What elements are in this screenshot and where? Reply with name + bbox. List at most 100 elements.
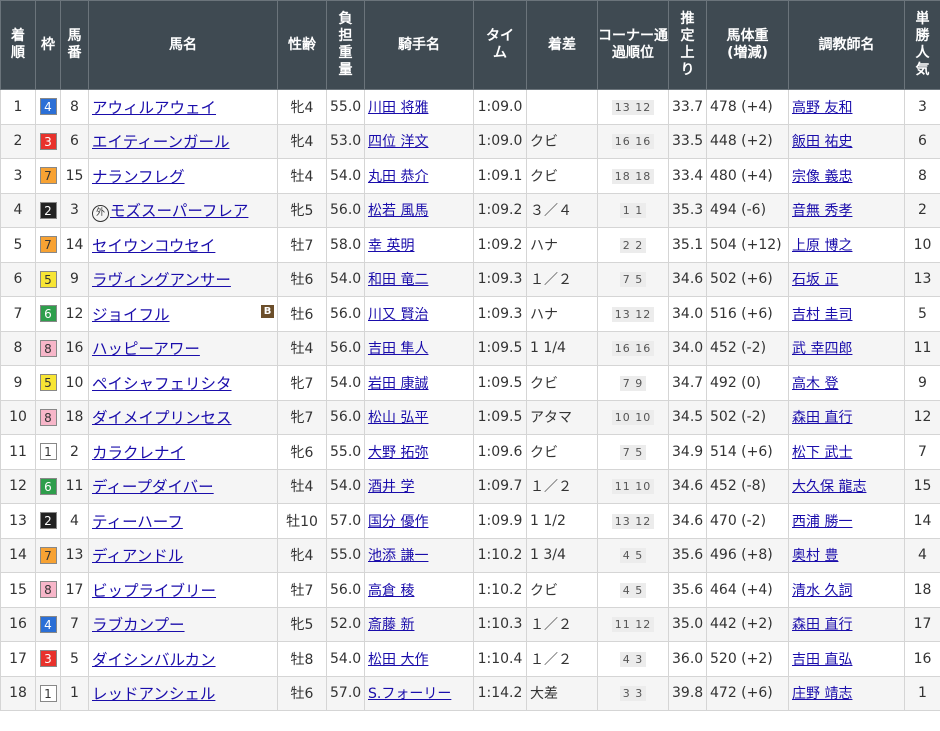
- corner-positions: 13 12: [611, 306, 655, 322]
- jockey-link[interactable]: 松若 風馬: [368, 203, 428, 219]
- horse-name-link[interactable]: ダイシンバルカン: [92, 651, 216, 669]
- corner-cell: 7 5: [597, 261, 669, 297]
- jockey-cell: 斎藤 新: [364, 606, 474, 642]
- body-weight-cell: 448 (+2): [706, 123, 789, 159]
- popularity-cell: 17: [904, 606, 940, 642]
- trainer-link[interactable]: 松下 武士: [792, 445, 852, 461]
- margin-cell: １／２: [526, 606, 598, 642]
- horse-name-link[interactable]: エイティーンガール: [92, 133, 230, 151]
- horse-name-link[interactable]: ペイシャフェリシタ: [92, 375, 232, 393]
- popularity-cell: 13: [904, 261, 940, 297]
- waku-cell: 7: [35, 158, 61, 194]
- jockey-link[interactable]: 吉田 隼人: [368, 341, 428, 357]
- corner-positions: 4 5: [619, 582, 647, 598]
- trainer-link[interactable]: 飯田 祐史: [792, 134, 852, 150]
- trainer-link[interactable]: 庄野 靖志: [792, 686, 852, 702]
- trainer-link[interactable]: 高野 友和: [792, 100, 852, 116]
- horse-name-link[interactable]: ティーハーフ: [92, 513, 183, 531]
- trainer-link[interactable]: 音無 秀孝: [792, 203, 852, 219]
- corner-positions: 4 3: [619, 651, 647, 667]
- rank-cell: 2: [0, 123, 36, 159]
- jockey-link[interactable]: 川又 賢治: [368, 307, 428, 323]
- agari-cell: 34.6: [668, 503, 707, 539]
- horse-name-link[interactable]: アウィルアウェイ: [92, 99, 216, 117]
- jockey-cell: 大野 拓弥: [364, 434, 474, 470]
- trainer-link[interactable]: 武 幸四郎: [792, 341, 852, 357]
- jockey-link[interactable]: 川田 将雅: [368, 100, 428, 116]
- trainer-link[interactable]: 清水 久詞: [792, 583, 852, 599]
- rank-cell: 12: [0, 468, 36, 504]
- time-cell: 1:10.2: [473, 572, 527, 608]
- sexage-cell: 牝4: [277, 123, 327, 159]
- weight-cell: 55.0: [326, 537, 365, 573]
- horse-name-link[interactable]: ビップライブリー: [92, 582, 216, 600]
- jockey-link[interactable]: 国分 優作: [368, 514, 428, 530]
- jockey-link[interactable]: 四位 洋文: [368, 134, 428, 150]
- jockey-link[interactable]: 大野 拓弥: [368, 445, 428, 461]
- trainer-link[interactable]: 奥村 豊: [792, 548, 838, 564]
- horse-name-link[interactable]: ラヴィングアンサー: [92, 271, 231, 289]
- weight-cell: 54.0: [326, 468, 365, 504]
- jockey-link[interactable]: 松山 弘平: [368, 410, 428, 426]
- jockey-link[interactable]: 松田 大作: [368, 652, 428, 668]
- rank-cell: 9: [0, 365, 36, 401]
- horse-cell: 外モズスーパーフレア: [88, 192, 278, 228]
- rank-cell: 15: [0, 572, 36, 608]
- horse-name-link[interactable]: ハッピーアワー: [92, 340, 200, 358]
- margin-cell: [526, 89, 598, 125]
- jockey-link[interactable]: 高倉 稜: [368, 583, 414, 599]
- body-weight-cell: 480 (+4): [706, 158, 789, 194]
- trainer-link[interactable]: 吉田 直弘: [792, 652, 852, 668]
- horse-name-link[interactable]: セイウンコウセイ: [92, 237, 215, 255]
- trainer-link[interactable]: 宗像 義忠: [792, 169, 852, 185]
- horse-name-link[interactable]: ディアンドル: [92, 547, 183, 565]
- horse-name-link[interactable]: ディープダイバー: [92, 478, 214, 496]
- jockey-link[interactable]: 酒井 学: [368, 479, 414, 495]
- waku-cell: 6: [35, 296, 61, 332]
- jockey-link[interactable]: 岩田 康誠: [368, 376, 428, 392]
- horse-name-link[interactable]: レッドアンシェル: [92, 685, 215, 703]
- trainer-link[interactable]: 森田 直行: [792, 617, 852, 633]
- jockey-link[interactable]: 幸 英明: [368, 238, 414, 254]
- popularity-cell: 12: [904, 399, 940, 435]
- table-row: 3 7 15 ナランフレグ 牡4 54.0 丸田 恭介 1:09.1 クビ 18 18 33.4 48…: [0, 158, 940, 194]
- trainer-link[interactable]: 石坂 正: [792, 272, 838, 288]
- umaban-cell: 13: [60, 537, 89, 573]
- trainer-link[interactable]: 西浦 勝一: [792, 514, 852, 530]
- jockey-link[interactable]: 斎藤 新: [368, 617, 414, 633]
- jockey-cell: S.フォーリー: [364, 675, 474, 711]
- trainer-link[interactable]: 高木 登: [792, 376, 838, 392]
- trainer-cell: 高野 友和: [788, 89, 905, 125]
- corner-positions: 1 1: [619, 203, 647, 219]
- trainer-link[interactable]: 吉村 圭司: [792, 307, 852, 323]
- jockey-link[interactable]: S.フォーリー: [368, 686, 451, 702]
- trainer-link[interactable]: 上原 博之: [792, 238, 852, 254]
- jockey-link[interactable]: 和田 竜二: [368, 272, 428, 288]
- horse-name-link[interactable]: モズスーパーフレア: [110, 202, 248, 220]
- trainer-cell: 上原 博之: [788, 227, 905, 263]
- body-weight-cell: 470 (-2): [706, 503, 789, 539]
- header-waku: 枠: [35, 0, 61, 90]
- trainer-link[interactable]: 森田 直行: [792, 410, 852, 426]
- horse-name-link[interactable]: ジョイフル: [92, 306, 170, 324]
- horse-name-link[interactable]: ラブカンプー: [92, 616, 185, 634]
- horse-name-link[interactable]: ナランフレグ: [92, 168, 185, 186]
- corner-cell: 16 16: [597, 123, 669, 159]
- table-row: 7 6 12 ジョイフル B 牡6 56.0 川又 賢治 1:09.3 ハナ 13 12 34.0 51…: [0, 296, 940, 332]
- horse-cell: レッドアンシェル: [88, 675, 278, 711]
- horse-name-link[interactable]: ダイメイプリンセス: [92, 409, 232, 427]
- waku-cell: 3: [35, 641, 61, 677]
- corner-positions: 7 5: [619, 272, 647, 288]
- umaban-cell: 17: [60, 572, 89, 608]
- trainer-link[interactable]: 大久保 龍志: [792, 479, 866, 495]
- time-cell: 1:10.2: [473, 537, 527, 573]
- horse-name-link[interactable]: カラクレナイ: [92, 444, 185, 462]
- jockey-link[interactable]: 丸田 恭介: [368, 169, 428, 185]
- rank-cell: 10: [0, 399, 36, 435]
- sexage-cell: 牡7: [277, 572, 327, 608]
- time-cell: 1:14.2: [473, 675, 527, 711]
- agari-cell: 35.0: [668, 606, 707, 642]
- table-row: 18 1 1 レッドアンシェル 牡6 57.0 S.フォーリー 1:14.2 大差 3 3 39.8…: [0, 675, 940, 711]
- jockey-link[interactable]: 池添 謙一: [368, 548, 428, 564]
- margin-cell: 1 3/4: [526, 537, 598, 573]
